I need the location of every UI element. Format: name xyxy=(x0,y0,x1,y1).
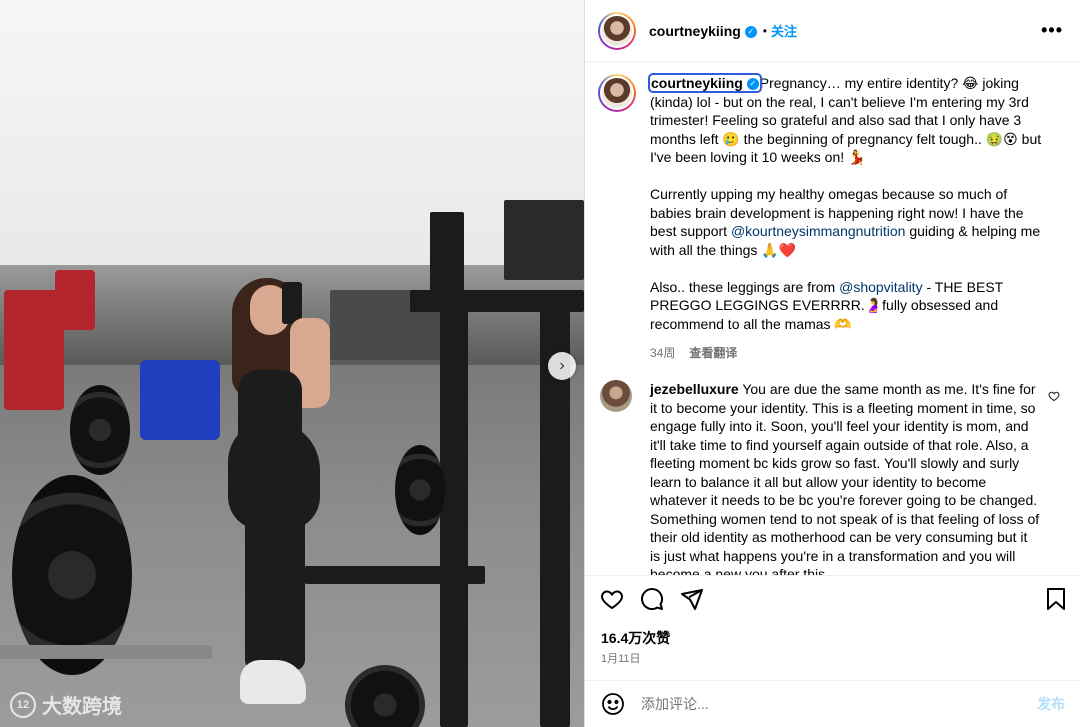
post-date: 1月11日 xyxy=(601,653,641,665)
share-button[interactable] xyxy=(679,586,705,612)
post-age: 34周 xyxy=(650,345,676,360)
comment-input[interactable] xyxy=(641,696,1080,712)
comment-body: You are due the same month as me. It's f… xyxy=(650,381,1040,575)
woman-legs xyxy=(245,510,305,670)
barbell xyxy=(0,645,212,659)
next-photo-button[interactable]: › xyxy=(548,352,576,380)
mention-link[interactable]: @shopvitality xyxy=(839,279,922,295)
red-machine xyxy=(55,270,95,330)
post-header: courtneykiing ✓ • 关注 ••• xyxy=(585,0,1080,62)
see-translation-button[interactable]: 查看翻译 xyxy=(689,344,737,363)
rack-top xyxy=(430,212,464,292)
save-button[interactable] xyxy=(1043,586,1069,612)
weight-plate xyxy=(395,445,445,535)
photo-wall xyxy=(0,0,584,265)
verified-icon: ✓ xyxy=(744,25,757,38)
watermark-text: 大数跨境 xyxy=(42,696,122,718)
caption-username[interactable]: courtneykiing ✓ xyxy=(648,73,762,93)
share-icon xyxy=(681,589,703,610)
emoji-icon[interactable] xyxy=(601,692,625,716)
comment-username[interactable]: jezebelluxure xyxy=(650,381,739,397)
weight-plate xyxy=(70,385,130,475)
like-count[interactable]: 16.4万次赞 xyxy=(601,628,670,648)
mention-link[interactable]: @kourtneysimmangnutrition xyxy=(731,223,906,239)
post-photo[interactable]: › 12 大数跨境 xyxy=(0,0,584,727)
more-icon[interactable]: ••• xyxy=(1041,20,1063,41)
rack-post xyxy=(440,300,468,727)
caption-meta: 34周 查看翻译 xyxy=(650,344,1045,363)
like-button[interactable] xyxy=(599,586,625,612)
avatar[interactable] xyxy=(598,11,636,50)
header-username[interactable]: courtneykiing ✓ xyxy=(649,23,757,39)
avatar[interactable] xyxy=(598,74,636,112)
caption-text: courtneykiing ✓ Pregnancy… my entire ident… xyxy=(648,73,1045,363)
blue-machine xyxy=(140,360,220,440)
action-icons xyxy=(599,586,705,612)
follow-button[interactable]: 关注 xyxy=(771,21,797,40)
add-comment-bar: 发布 xyxy=(585,680,1080,727)
caption-paragraph-3: Also.. these leggings are from xyxy=(650,278,840,295)
bookmark-icon xyxy=(1047,588,1065,610)
heart-icon[interactable] xyxy=(1048,390,1060,405)
chevron-right-icon: › xyxy=(559,357,565,374)
action-bar: 16.4万次赞 1月11日 xyxy=(585,575,1080,680)
rack-bar xyxy=(305,566,485,584)
comment-item: jezebelluxure You are due the same month… xyxy=(598,380,1068,575)
verified-icon: ✓ xyxy=(746,78,759,91)
caption: courtneykiing ✓ Pregnancy… my entire ident… xyxy=(598,73,1068,363)
separator-dot: • xyxy=(762,23,767,38)
comment-icon xyxy=(641,588,664,611)
comment-text: jezebelluxure You are due the same month… xyxy=(650,380,1040,575)
post-comment-button[interactable]: 发布 xyxy=(1037,694,1065,714)
avatar[interactable] xyxy=(600,380,632,412)
heart-icon xyxy=(601,590,623,610)
comments-scroll[interactable]: courtneykiing ✓ Pregnancy… my entire ident… xyxy=(585,62,1080,575)
watermark: 12 大数跨境 xyxy=(10,690,122,719)
rack-pad xyxy=(504,200,584,280)
post-panel: courtneykiing ✓ • 关注 ••• courtneykiing ✓ Pr… xyxy=(584,0,1080,727)
comment-button[interactable] xyxy=(639,586,665,612)
watermark-logo: 12 xyxy=(10,691,36,718)
